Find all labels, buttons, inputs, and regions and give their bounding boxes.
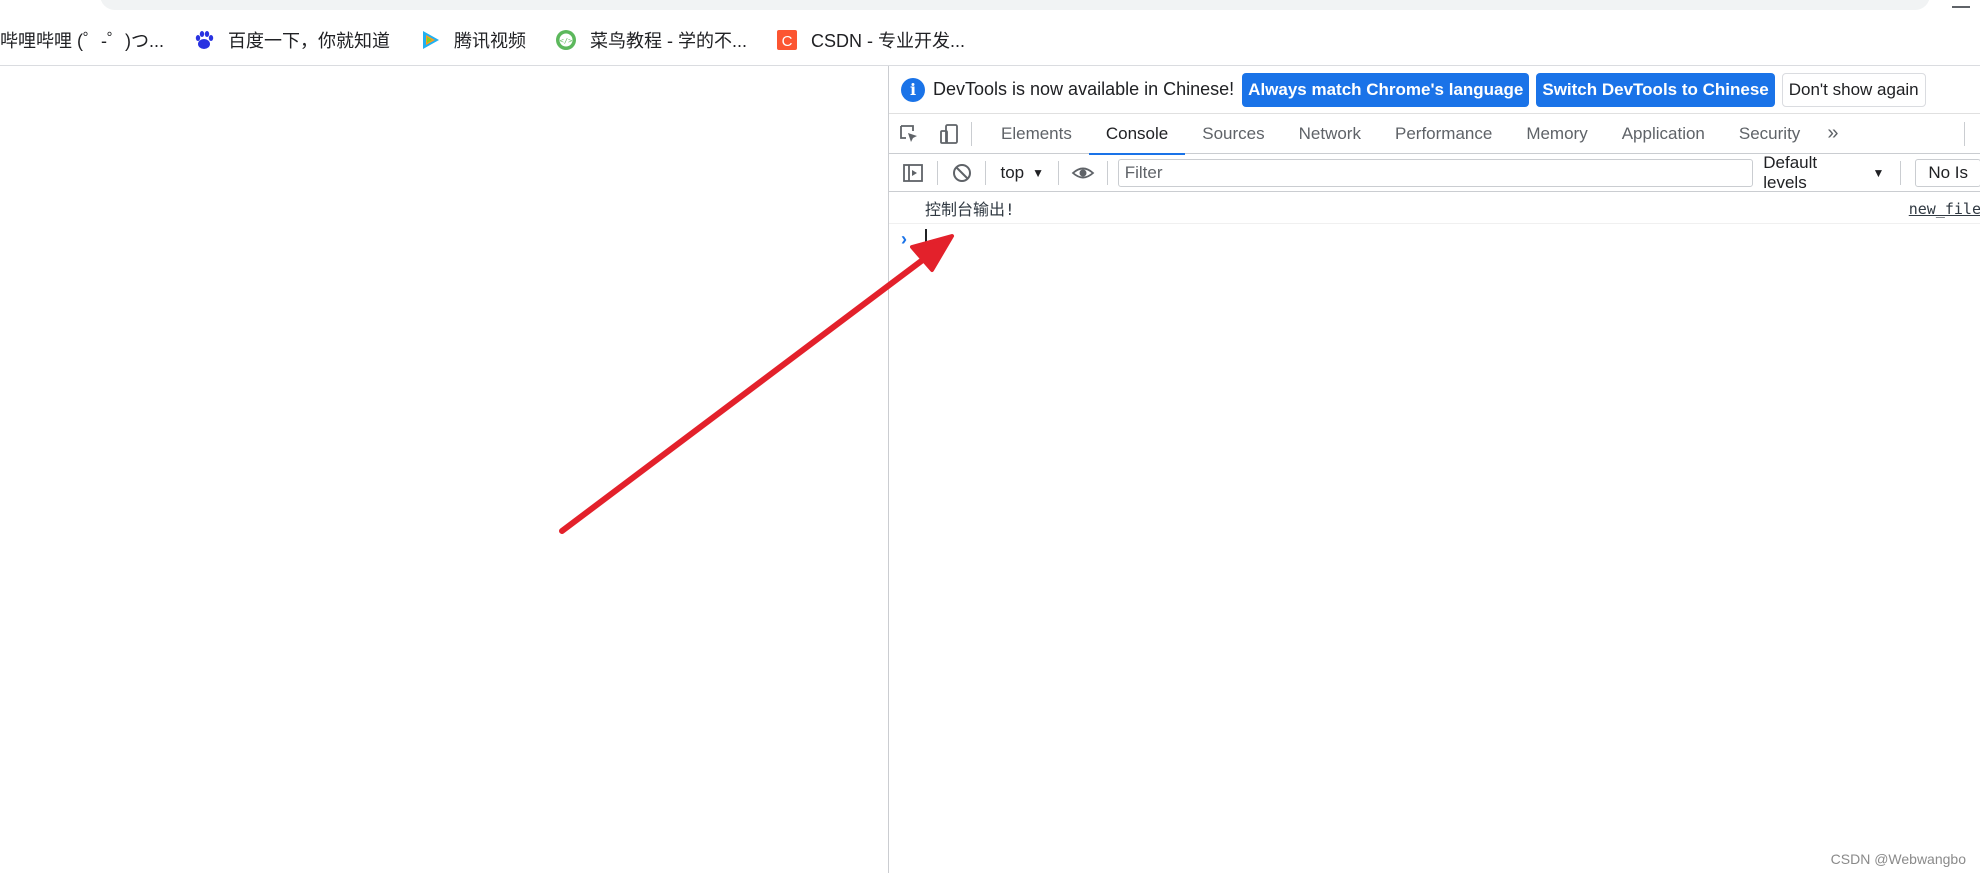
console-filter-input[interactable]: [1117, 158, 1754, 187]
tab-security[interactable]: Security: [1722, 114, 1817, 154]
tab-performance[interactable]: Performance: [1378, 114, 1509, 154]
switch-to-chinese-button[interactable]: Switch DevTools to Chinese: [1536, 72, 1775, 107]
bookmark-label: CSDN - 专业开发...: [811, 31, 966, 51]
runoob-icon: </>: [554, 28, 578, 52]
context-label: top: [1000, 162, 1025, 182]
console-prompt[interactable]: ›: [889, 224, 1980, 254]
toolbar-separator: [1106, 160, 1108, 185]
bookmark-label: 菜鸟教程 - 学的不...: [590, 31, 747, 51]
dont-show-again-button[interactable]: Don't show again: [1781, 72, 1926, 107]
tab-elements[interactable]: Elements: [984, 114, 1089, 154]
execution-context-select[interactable]: top ▼: [992, 163, 1052, 183]
toolbar-separator: [1964, 122, 1965, 146]
address-bar[interactable]: [100, 0, 1930, 10]
log-levels-select[interactable]: Default levels ▼: [1753, 153, 1894, 193]
page-viewport[interactable]: [0, 66, 888, 873]
show-sidebar-icon[interactable]: [895, 155, 931, 191]
issues-button[interactable]: No Is: [1915, 158, 1980, 187]
clear-console-icon[interactable]: [944, 155, 980, 191]
bookmark-label: 哔哩哔哩 (゜-゜)つ...: [0, 31, 164, 51]
toolbar-separator: [1900, 160, 1902, 185]
tab-application[interactable]: Application: [1605, 114, 1722, 154]
bookmark-bilibili[interactable]: 哔哩哔哩 (゜-゜)つ...: [0, 27, 164, 53]
toolbar-separator: [971, 121, 972, 146]
bookmark-label: 腾讯视频: [454, 31, 526, 51]
toolbar-separator: [1058, 160, 1059, 185]
devtools-tabbar: Elements Console Sources Network Perform…: [889, 114, 1980, 155]
caret-down-icon: ▼: [1872, 165, 1885, 180]
browser-chrome: 哔哩哔哩 (゜-゜)つ... 百度一下，你就知道 腾讯视频 </> 菜鸟教程 -…: [0, 0, 1980, 66]
device-toolbar-icon[interactable]: [929, 114, 969, 154]
console-source-link[interactable]: new_file: [1909, 200, 1980, 218]
live-expression-eye-icon[interactable]: [1065, 155, 1101, 191]
svg-text:</>: </>: [560, 37, 573, 45]
svg-text:C: C: [782, 33, 793, 50]
bookmark-runoob[interactable]: </> 菜鸟教程 - 学的不...: [554, 27, 747, 53]
infobar-message: DevTools is now available in Chinese!: [933, 79, 1235, 99]
always-match-language-button[interactable]: Always match Chrome's language: [1242, 72, 1530, 107]
console-message-text: 控制台输出!: [925, 199, 1015, 219]
inspect-element-icon[interactable]: [889, 114, 929, 154]
tab-console[interactable]: Console: [1088, 114, 1186, 155]
info-icon: i: [901, 77, 925, 102]
bookmarks-bar: 哔哩哔哩 (゜-゜)つ... 百度一下，你就知道 腾讯视频 </> 菜鸟教程 -…: [0, 22, 993, 58]
baidu-paw-icon: [192, 28, 216, 52]
window-control-icon[interactable]: [1952, 0, 1970, 8]
console-message-row: 控制台输出! new_file: [889, 192, 1980, 224]
bookmark-tencent-video[interactable]: 腾讯视频: [418, 27, 526, 53]
watermark: CSDN @Webwangbo: [1830, 851, 1966, 867]
bookmark-label: 百度一下，你就知道: [228, 31, 390, 51]
text-cursor: [925, 229, 927, 249]
more-tabs-icon[interactable]: »: [1817, 114, 1848, 154]
prompt-chevron-icon: ›: [901, 228, 907, 249]
bookmark-baidu[interactable]: 百度一下，你就知道: [192, 27, 390, 53]
console-output[interactable]: 控制台输出! new_file ›: [889, 192, 1980, 873]
language-infobar: i DevTools is now available in Chinese! …: [889, 66, 1980, 114]
tencent-video-icon: [418, 28, 442, 52]
console-toolbar: top ▼ Default levels ▼ No Is: [889, 153, 1980, 193]
toolbar-separator: [936, 160, 938, 185]
tab-sources[interactable]: Sources: [1185, 114, 1281, 154]
tab-memory[interactable]: Memory: [1509, 114, 1604, 154]
devtools-panel: i DevTools is now available in Chinese! …: [888, 66, 1980, 873]
levels-label: Default levels: [1763, 152, 1818, 192]
bookmark-csdn[interactable]: C CSDN - 专业开发...: [775, 27, 965, 53]
caret-down-icon: ▼: [1032, 165, 1044, 180]
tab-network[interactable]: Network: [1282, 114, 1378, 154]
csdn-icon: C: [775, 28, 799, 52]
toolbar-separator: [985, 160, 987, 185]
